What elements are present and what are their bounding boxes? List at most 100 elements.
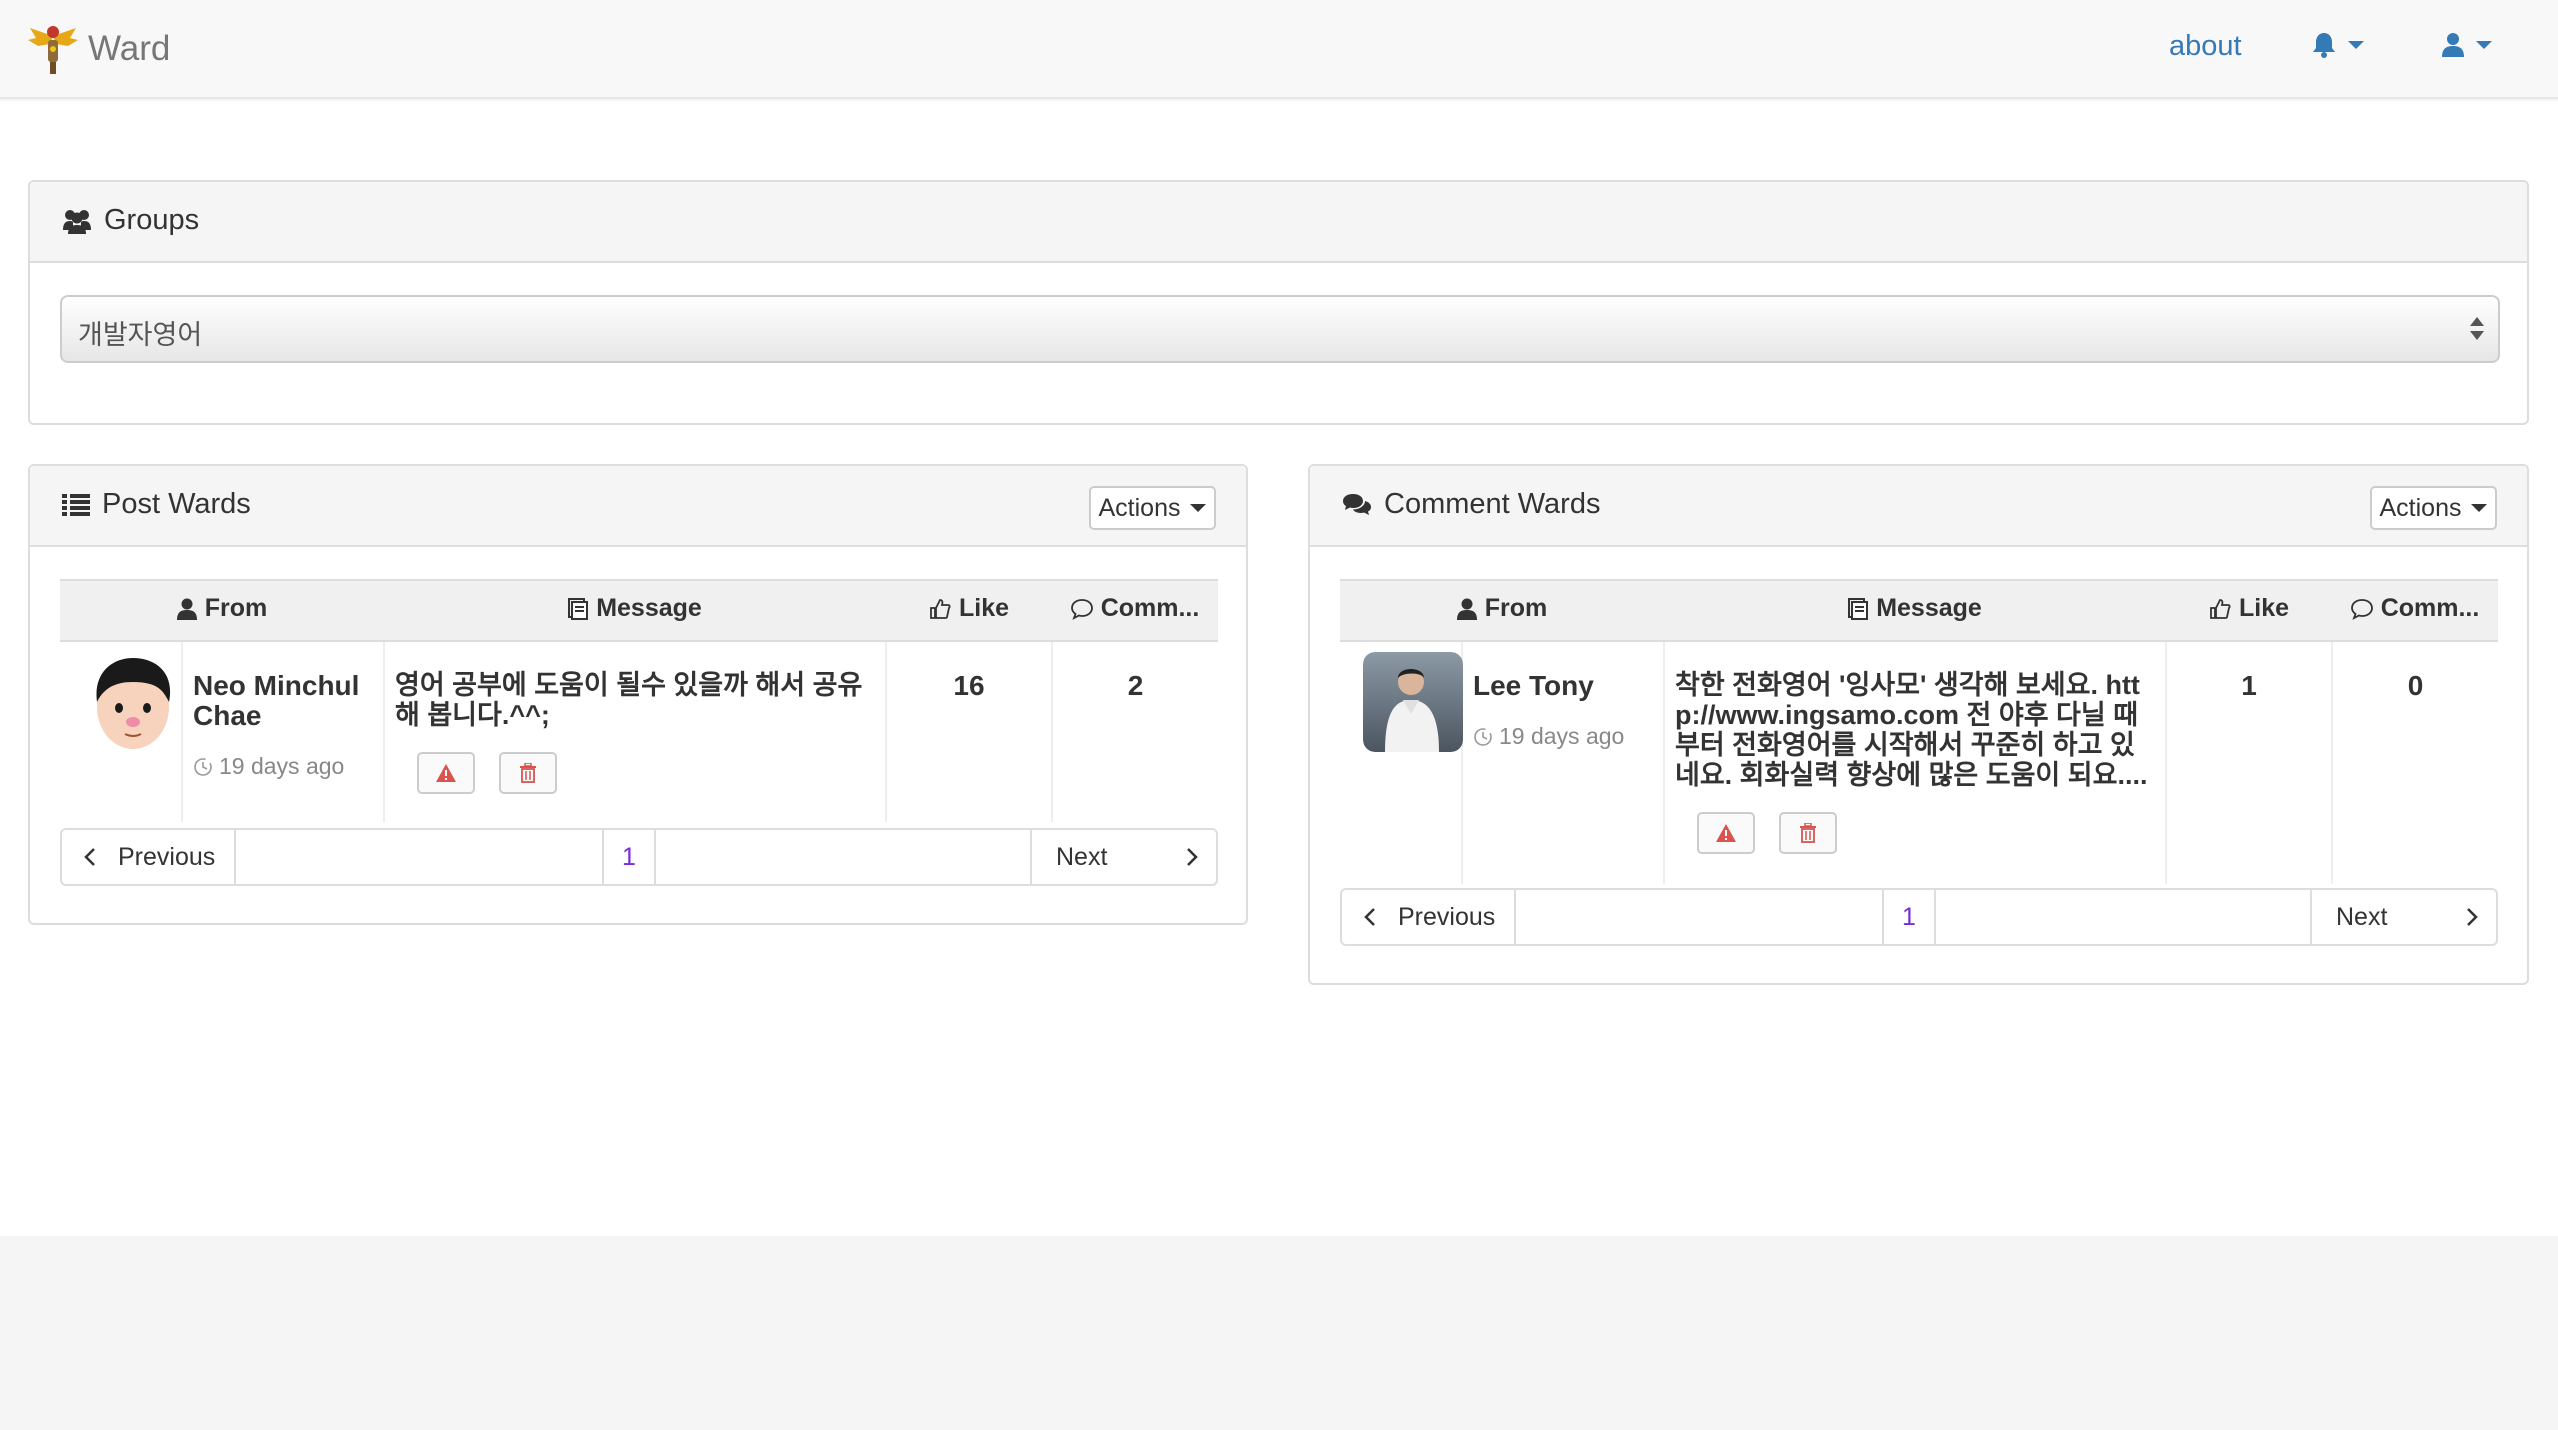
message-actions	[1697, 812, 2165, 854]
comment-icon	[2350, 598, 2373, 620]
trash-icon	[1800, 823, 1816, 843]
comments-cell: 2	[1052, 641, 1218, 822]
comment-wards-table: From Message Like Comm... Lee Tony 19 da…	[1340, 579, 2498, 884]
chevron-down-icon	[2471, 504, 2488, 512]
groups-title-label: Groups	[104, 204, 200, 236]
message-actions	[417, 752, 885, 794]
comment-actions-label: Actions	[2379, 493, 2462, 522]
next-label: Next	[2336, 902, 2388, 931]
column-like[interactable]: Like	[886, 579, 1052, 642]
comments-cell: 0	[2332, 641, 2498, 884]
ward-logo-icon	[28, 26, 78, 74]
previous-button[interactable]: Previous	[62, 830, 236, 884]
thumbs-up-icon	[930, 598, 951, 619]
next-button[interactable]: Next	[2310, 890, 2496, 944]
report-button[interactable]	[1697, 812, 1755, 854]
chevron-right-icon	[1187, 848, 1198, 866]
user-icon	[2442, 33, 2464, 57]
author-name[interactable]: Lee Tony	[1473, 671, 1653, 701]
message-text: 착한 전화영어 '잉사모' 생각해 보세요. http://www.ingsam…	[1675, 670, 2148, 790]
list-icon	[62, 493, 90, 516]
page-number[interactable]: 1	[1882, 890, 1936, 944]
groups-title: Groups	[62, 204, 199, 237]
clock-icon	[194, 757, 212, 776]
user-icon	[1456, 598, 1477, 620]
chevron-right-icon	[2467, 908, 2478, 926]
groups-panel: Groups 개발자영어	[28, 180, 2529, 425]
comment-wards-title: Comment Wards	[1342, 488, 1600, 521]
comment-wards-pagination: Previous 1 Next	[1340, 888, 2498, 946]
table-row: Neo Minchul Chae 19 days ago 영어 공부에 도움이 …	[60, 641, 1218, 822]
from-cell: Lee Tony 19 days ago	[1462, 641, 1665, 884]
comment-count: 2	[1127, 670, 1144, 701]
chevron-left-icon	[84, 848, 95, 866]
avatar-cell	[1340, 641, 1463, 884]
column-comments[interactable]: Comm...	[1052, 579, 1218, 642]
notifications-dropdown[interactable]	[2312, 32, 2364, 58]
user-dropdown[interactable]	[2442, 32, 2492, 58]
like-count: 1	[2241, 670, 2257, 701]
message-text: 영어 공부에 도움이 될수 있을까 해서 공유해 봅니다.^^;	[395, 670, 863, 730]
users-icon	[63, 209, 91, 234]
from-cell: Neo Minchul Chae 19 days ago	[182, 641, 385, 822]
post-wards-title: Post Wards	[62, 488, 251, 521]
brand-name: Ward	[88, 29, 171, 68]
avatar[interactable]	[83, 652, 183, 752]
warning-icon	[436, 764, 456, 782]
about-link[interactable]: about	[2169, 30, 2242, 63]
page-number[interactable]: 1	[602, 830, 656, 884]
chevron-down-icon	[2476, 41, 2492, 49]
user-icon	[176, 598, 197, 620]
chevron-down-icon	[1190, 504, 1207, 512]
select-arrows-icon	[2470, 317, 2484, 340]
trash-icon	[520, 763, 536, 783]
like-cell: 1	[2166, 641, 2333, 884]
post-time: 19 days ago	[193, 753, 373, 780]
post-wards-panel: Post Wards Actions From Message Like Com…	[28, 464, 1248, 925]
post-actions-label: Actions	[1098, 493, 1181, 522]
like-cell: 16	[886, 641, 1053, 822]
warning-icon	[1716, 824, 1736, 842]
table-row: Lee Tony 19 days ago 착한 전화영어 '잉사모' 생각해 보…	[1340, 641, 2498, 884]
time-label: 19 days ago	[1499, 723, 1625, 749]
avatar[interactable]	[1363, 652, 1463, 752]
delete-button[interactable]	[1779, 812, 1837, 854]
comment-icon	[1070, 598, 1093, 620]
column-like[interactable]: Like	[2166, 579, 2332, 642]
author-name[interactable]: Neo Minchul Chae	[193, 671, 373, 731]
message-cell: 영어 공부에 도움이 될수 있을까 해서 공유해 봅니다.^^;	[384, 641, 887, 822]
groups-panel-heading: Groups	[30, 182, 2527, 263]
column-message[interactable]: Message	[1664, 579, 2166, 642]
table-header-row: From Message Like Comm...	[60, 579, 1218, 642]
post-actions-button[interactable]: Actions	[1089, 486, 1216, 530]
post-wards-heading: Post Wards Actions	[30, 466, 1246, 547]
next-label: Next	[1056, 842, 1108, 871]
delete-button[interactable]	[499, 752, 557, 794]
report-button[interactable]	[417, 752, 475, 794]
previous-button[interactable]: Previous	[1342, 890, 1516, 944]
message-icon	[1848, 597, 1869, 620]
comment-actions-button[interactable]: Actions	[2370, 486, 2497, 530]
time-label: 19 days ago	[219, 753, 345, 779]
thumbs-up-icon	[2210, 598, 2231, 619]
column-from[interactable]: From	[1340, 579, 1664, 642]
column-message[interactable]: Message	[384, 579, 886, 642]
next-button[interactable]: Next	[1030, 830, 1216, 884]
message-icon	[568, 597, 589, 620]
previous-label: Previous	[1398, 902, 1496, 931]
chevron-down-icon	[2348, 41, 2364, 49]
comment-wards-title-label: Comment Wards	[1384, 488, 1601, 520]
column-comments[interactable]: Comm...	[2332, 579, 2498, 642]
table-header-row: From Message Like Comm...	[1340, 579, 2498, 642]
column-from[interactable]: From	[60, 579, 384, 642]
comments-icon	[1343, 493, 1371, 515]
previous-label: Previous	[118, 842, 216, 871]
bell-icon	[2313, 33, 2335, 58]
clock-icon	[1474, 727, 1492, 746]
comment-wards-heading: Comment Wards Actions	[1310, 466, 2527, 547]
group-select[interactable]: 개발자영어	[60, 295, 2500, 363]
post-wards-pagination: Previous 1 Next	[60, 828, 1218, 886]
navbar: Ward about	[0, 0, 2558, 99]
message-cell: 착한 전화영어 '잉사모' 생각해 보세요. http://www.ingsam…	[1664, 641, 2167, 884]
brand[interactable]: Ward	[28, 22, 170, 76]
